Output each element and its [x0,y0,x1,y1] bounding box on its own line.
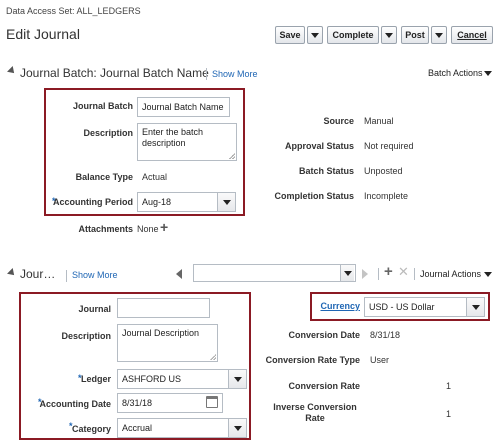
currency-dropdown-icon[interactable] [466,298,484,316]
collapse-batch-icon[interactable] [7,66,17,76]
batch-header-title: Journal Batch: Journal Batch Name [20,66,209,80]
accounting-period-dropdown-icon[interactable] [217,193,235,211]
next-journal-icon[interactable] [362,269,368,279]
balance-type-value: Actual [142,172,168,182]
journal-selector-dropdown-icon[interactable] [340,265,354,281]
inverse-conversion-rate-value: 1 [446,409,452,419]
complete-button[interactable]: Complete [327,26,379,44]
batch-actions-menu[interactable]: Batch Actions [428,68,483,78]
conversion-rate-label: Conversion Rate [288,381,360,391]
batch-description-textarea[interactable]: Enter the batch description [137,123,237,161]
accounting-period-label: Accounting Period [52,197,133,207]
add-attachment-icon[interactable]: + [160,219,168,235]
header-separator [206,68,207,80]
accounting-period-value: Aug-18 [142,197,172,207]
category-label: Category [71,424,111,434]
chevron-down-icon [385,32,393,38]
journal-description-text: Journal Description [122,328,200,338]
batch-description-label: Description [83,128,133,138]
inverse-conversion-rate-label: Inverse Conversion Rate [273,402,357,423]
currency-select[interactable]: USD - US Dollar [364,297,485,317]
page-title: Edit Journal [6,26,80,42]
batch-status-value: Unposted [364,166,403,176]
conversion-date-value: 8/31/18 [370,330,401,340]
accounting-date-value: 8/31/18 [122,398,153,408]
approval-status-label: Approval Status [284,141,354,151]
accounting-date-label: Accounting Date [39,399,111,409]
category-select[interactable]: Accrual [117,418,247,438]
save-dropdown-button[interactable] [307,26,323,44]
save-button[interactable]: Save [275,26,305,44]
currency-label[interactable]: Currency [320,301,360,311]
journal-actions-chevron-icon[interactable] [484,272,492,277]
approval-status-value: Not required [364,141,414,151]
batch-description-text: Enter the batch description [142,127,204,148]
add-journal-icon[interactable]: + [384,263,393,280]
previous-journal-icon[interactable] [176,269,182,279]
conversion-rate-type-label: Conversion Rate Type [265,355,360,365]
source-label: Source [323,116,354,126]
resize-handle-icon[interactable] [229,153,235,159]
batch-show-more-link[interactable]: Show More [212,69,258,79]
journal-header-title: Jour… [20,267,56,281]
journal-show-more-link[interactable]: Show More [72,270,118,280]
chevron-down-icon [311,32,319,38]
ledger-value: ASHFORD US [122,374,182,384]
resize-handle-icon[interactable] [210,354,216,360]
post-dropdown-button[interactable] [431,26,447,44]
delete-journal-icon[interactable]: ✕ [398,264,409,280]
journal-description-label: Description [61,331,111,341]
toolbar-separator [378,268,379,280]
journal-batch-input[interactable]: Journal Batch Name [137,97,230,117]
journal-selector[interactable] [193,264,356,282]
data-access-set: Data Access Set: ALL_LEDGERS [6,6,141,16]
cancel-button[interactable]: Cancel [451,26,493,44]
conversion-rate-value: 1 [446,381,452,391]
attachments-value[interactable]: None [137,224,159,234]
currency-value: USD - US Dollar [369,302,435,312]
completion-status-label: Completion Status [274,191,354,201]
category-value: Accrual [122,423,153,433]
journal-description-textarea[interactable]: Journal Description [117,324,218,362]
ledger-label: Ledger [80,374,111,384]
journal-actions-menu[interactable]: Journal Actions [420,269,481,279]
batch-status-label: Batch Status [298,166,354,176]
batch-actions-chevron-icon[interactable] [484,71,492,76]
attachments-label: Attachments [78,224,133,234]
completion-status-value: Incomplete [364,191,409,201]
toolbar-separator [414,268,415,280]
collapse-journal-icon[interactable] [7,268,17,278]
conversion-date-label: Conversion Date [288,330,360,340]
source-value: Manual [364,116,394,126]
accounting-period-select[interactable]: Aug-18 [137,192,236,212]
complete-dropdown-button[interactable] [381,26,397,44]
category-dropdown-icon[interactable] [228,419,246,437]
ledger-select[interactable]: ASHFORD US [117,369,247,389]
calendar-icon[interactable] [206,396,218,408]
chevron-down-icon [435,32,443,38]
header-separator [66,270,67,282]
conversion-rate-type-value: User [370,355,390,365]
balance-type-label: Balance Type [75,172,133,182]
ledger-dropdown-icon[interactable] [228,370,246,388]
journal-batch-label: Journal Batch [72,101,133,111]
post-button[interactable]: Post [401,26,429,44]
